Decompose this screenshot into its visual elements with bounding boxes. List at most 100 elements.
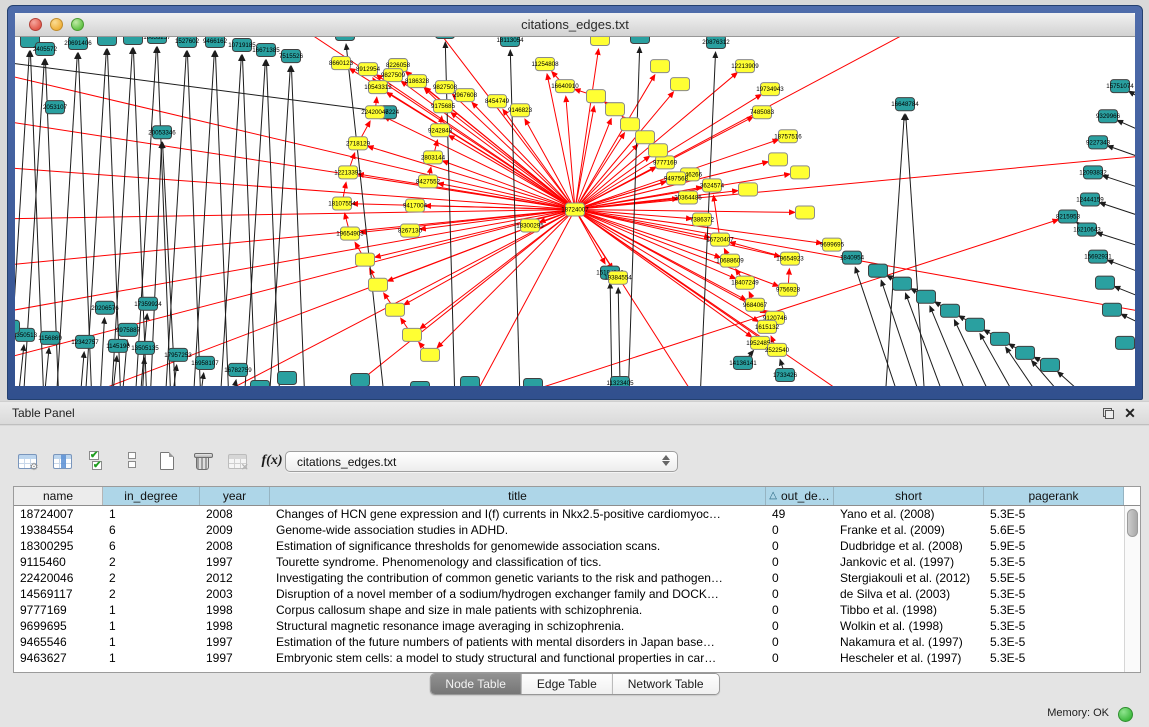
graph-node[interactable] bbox=[991, 332, 1010, 345]
zoom-window-button[interactable] bbox=[71, 18, 84, 31]
graph-node[interactable]: 19384554 bbox=[604, 271, 632, 284]
graph-node[interactable]: 16958107 bbox=[191, 356, 219, 369]
graph-node[interactable]: 19654923 bbox=[776, 252, 804, 265]
graph-node[interactable] bbox=[769, 153, 788, 166]
graph-node[interactable]: 8267130 bbox=[398, 224, 423, 237]
graph-node[interactable]: 9497568 bbox=[664, 172, 689, 185]
graph-node[interactable]: 20691406 bbox=[64, 37, 92, 50]
graph-node[interactable]: 8454749 bbox=[485, 95, 510, 108]
graph-node[interactable]: 20053346 bbox=[148, 126, 176, 139]
graph-node[interactable]: 15751074 bbox=[1106, 80, 1134, 93]
graph-node[interactable] bbox=[15, 320, 20, 333]
graph-node[interactable]: 2718129 bbox=[346, 137, 371, 150]
table-row[interactable]: 946362711997Embryonic stem cells: a mode… bbox=[14, 650, 1140, 666]
graph-node[interactable]: 20876312 bbox=[702, 37, 730, 49]
table-row[interactable]: 911546021997Tourette syndrome. Phenomeno… bbox=[14, 554, 1140, 570]
graph-node[interactable] bbox=[251, 380, 270, 386]
table-row[interactable]: 1830029562008Estimation of significance … bbox=[14, 538, 1140, 554]
graph-node[interactable]: 9329966 bbox=[1096, 110, 1121, 123]
graph-node[interactable]: 7485083 bbox=[750, 106, 775, 119]
graph-node[interactable] bbox=[966, 318, 985, 331]
table-row[interactable]: 1456911722003Disruption of a novel membe… bbox=[14, 586, 1140, 602]
column-header-in_degree[interactable]: in_degree bbox=[103, 487, 200, 505]
graph-node[interactable]: 12213392 bbox=[334, 166, 362, 179]
graph-node[interactable] bbox=[791, 166, 810, 179]
graph-node[interactable] bbox=[369, 278, 388, 291]
graph-node[interactable]: 2053107 bbox=[43, 101, 68, 114]
graph-node[interactable] bbox=[917, 290, 936, 303]
network-graph[interactable]: 2405572206914061065325715276029466162107… bbox=[15, 37, 1135, 386]
graph-node[interactable] bbox=[278, 371, 297, 384]
graph-node[interactable]: 19734943 bbox=[756, 83, 784, 96]
network-window-titlebar[interactable]: citations_edges.txt bbox=[15, 13, 1135, 37]
function-builder-button[interactable]: f(x) bbox=[259, 448, 285, 474]
graph-node[interactable] bbox=[351, 373, 370, 386]
column-header-year[interactable]: year bbox=[200, 487, 270, 505]
delete-table-button[interactable]: ✕ bbox=[224, 448, 250, 474]
scrollbar-thumb[interactable] bbox=[1127, 509, 1138, 537]
graph-node[interactable] bbox=[1041, 358, 1060, 371]
graph-node[interactable] bbox=[98, 37, 117, 46]
graph-node[interactable] bbox=[651, 60, 670, 73]
graph-node[interactable] bbox=[869, 264, 888, 277]
delete-column-button[interactable] bbox=[189, 448, 215, 474]
vertical-scrollbar[interactable] bbox=[1124, 506, 1140, 672]
float-panel-button[interactable] bbox=[1097, 404, 1119, 422]
graph-node[interactable]: 18757516 bbox=[774, 130, 802, 143]
graph-node[interactable]: 10653257 bbox=[143, 37, 171, 44]
graph-node[interactable]: 12444159 bbox=[1076, 193, 1104, 206]
graph-node[interactable]: 20364486 bbox=[674, 191, 702, 204]
graph-node[interactable]: 15692931 bbox=[1084, 250, 1112, 263]
graph-node[interactable]: 2967608 bbox=[453, 89, 478, 102]
graph-node[interactable] bbox=[631, 37, 650, 44]
graph-node[interactable] bbox=[606, 103, 625, 116]
column-header-title[interactable]: title bbox=[270, 487, 766, 505]
graph-node[interactable]: 16640910 bbox=[551, 80, 579, 93]
graph-node[interactable]: 8186328 bbox=[405, 75, 430, 88]
graph-node[interactable]: 9146823 bbox=[508, 104, 533, 117]
network-canvas[interactable]: 2405572206914061065325715276029466162107… bbox=[15, 37, 1135, 386]
column-header-pagerank[interactable]: pagerank bbox=[984, 487, 1124, 505]
graph-node[interactable]: 9242848 bbox=[428, 124, 453, 137]
graph-node[interactable]: 18113054 bbox=[496, 37, 524, 47]
graph-node[interactable]: 12093832 bbox=[1079, 166, 1107, 179]
table-row[interactable]: 1872400712008Changes of HCN gene express… bbox=[14, 506, 1140, 522]
graph-node[interactable]: 16648784 bbox=[891, 98, 919, 111]
graph-node[interactable] bbox=[461, 376, 480, 386]
graph-node[interactable]: 7386372 bbox=[690, 213, 715, 226]
clear-selection-button[interactable] bbox=[119, 448, 145, 474]
graph-node[interactable]: 9417004 bbox=[403, 199, 428, 212]
graph-node[interactable] bbox=[636, 131, 655, 144]
graph-node[interactable]: 2803144 bbox=[421, 151, 446, 164]
graph-nodes[interactable]: 2405572206914061065325715276029466162107… bbox=[15, 37, 1135, 386]
graph-node[interactable]: 1840954 bbox=[840, 251, 865, 264]
graph-node[interactable]: 9827509 bbox=[381, 69, 406, 82]
graph-node[interactable] bbox=[436, 37, 455, 39]
network-view-window[interactable]: citations_edges.txt 2405572 20691406 10653… bbox=[7, 5, 1143, 400]
graph-node[interactable]: 2522540 bbox=[765, 343, 790, 356]
memory-status-indicator[interactable] bbox=[1118, 707, 1133, 722]
new-column-button[interactable] bbox=[154, 448, 180, 474]
close-window-button[interactable] bbox=[29, 18, 42, 31]
table-row[interactable]: 1938455462009Genome-wide association stu… bbox=[14, 522, 1140, 538]
select-all-button[interactable]: ✔✔ bbox=[84, 448, 110, 474]
graph-node[interactable]: 9699695 bbox=[820, 238, 845, 251]
tab-node-table[interactable]: Node Table bbox=[430, 674, 521, 694]
table-selector-dropdown[interactable]: citations_edges.txt bbox=[285, 451, 678, 472]
graph-node[interactable]: 9975887 bbox=[116, 323, 141, 336]
graph-node[interactable] bbox=[524, 378, 543, 386]
graph-node[interactable]: 16720407 bbox=[706, 233, 734, 246]
graph-node[interactable]: 1527602 bbox=[175, 37, 200, 48]
graph-node[interactable] bbox=[893, 277, 912, 290]
graph-node[interactable]: 3624574 bbox=[700, 179, 725, 192]
table-row[interactable]: 969969511998Structural magnetic resonanc… bbox=[14, 618, 1140, 634]
show-columns-button[interactable] bbox=[49, 448, 75, 474]
tab-edge-table[interactable]: Edge Table bbox=[521, 674, 612, 694]
column-header-short[interactable]: short bbox=[834, 487, 984, 505]
minimize-window-button[interactable] bbox=[50, 18, 63, 31]
graph-node[interactable] bbox=[124, 37, 143, 45]
graph-node[interactable]: 9227343 bbox=[1086, 136, 1111, 149]
graph-node[interactable]: 2405572 bbox=[33, 43, 58, 56]
graph-node[interactable]: 16782759 bbox=[224, 363, 252, 376]
graph-node[interactable] bbox=[621, 118, 640, 131]
